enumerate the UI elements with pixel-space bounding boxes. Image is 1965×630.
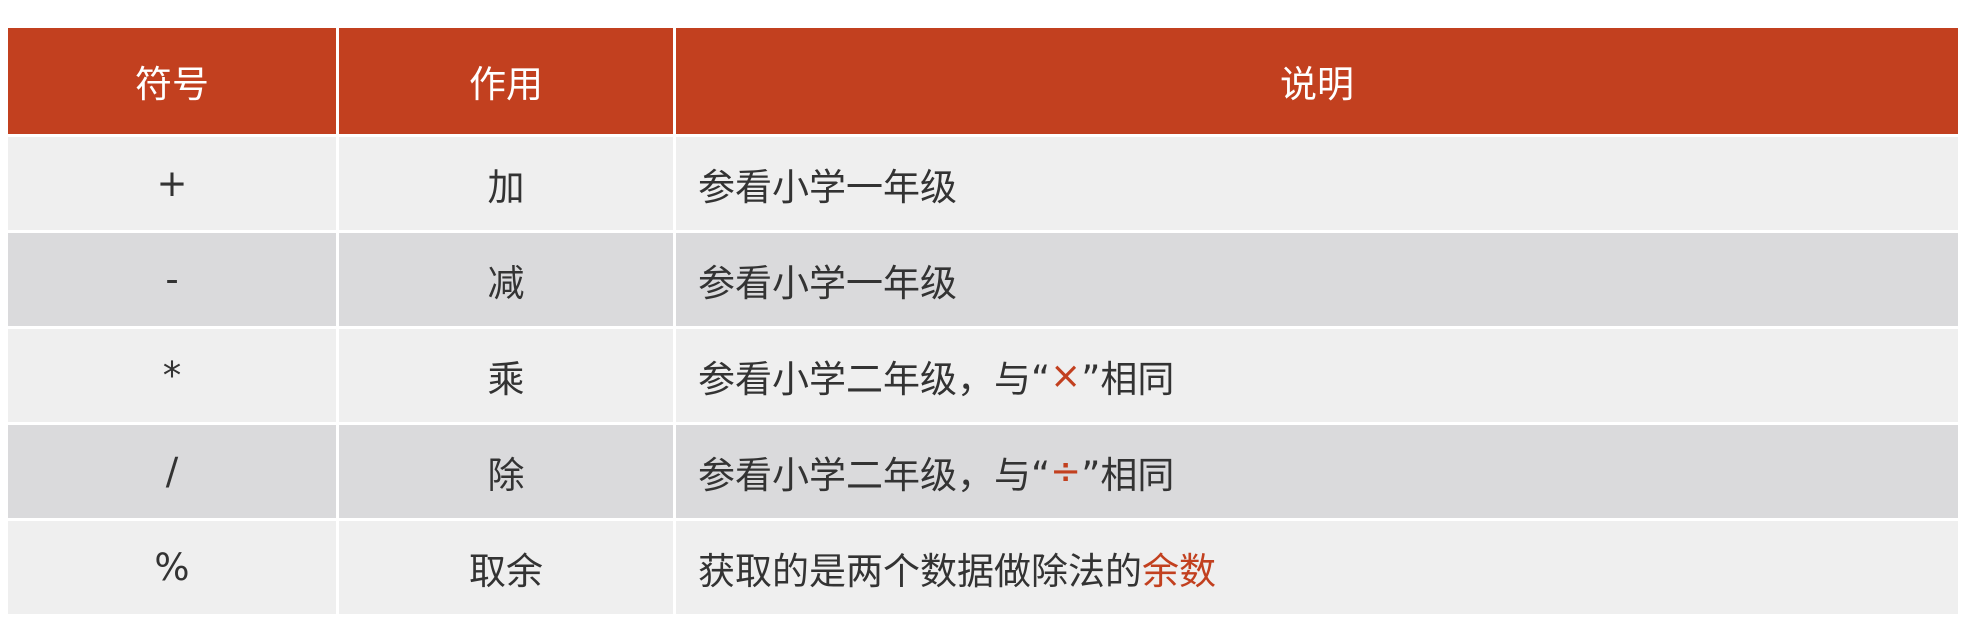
- header-description: 说明: [676, 28, 1958, 137]
- header-action: 作用: [339, 28, 676, 137]
- description-highlight: 余数: [1142, 549, 1216, 593]
- table-row: + 加 参看小学一年级: [8, 137, 1958, 233]
- description-text: 参看小学一年级: [698, 165, 957, 209]
- action-cell: 加: [339, 137, 676, 233]
- description-highlight: ×: [1050, 354, 1082, 397]
- symbol-cell: +: [8, 137, 339, 233]
- description-text-after: ”相同: [1081, 453, 1175, 497]
- operator-table: 符号 作用 说明 + 加 参看小学一年级 - 减 参看小学一年级 * 乘 参看小…: [8, 28, 1958, 617]
- description-text: 参看小学二年级，与“: [698, 357, 1051, 401]
- description-cell: 参看小学二年级，与“ × ”相同: [676, 329, 1958, 425]
- symbol-cell: %: [8, 521, 339, 617]
- description-cell: 参看小学二年级，与“ ÷ ”相同: [676, 425, 1958, 521]
- header-symbol: 符号: [8, 28, 339, 137]
- table-row: - 减 参看小学一年级: [8, 233, 1958, 329]
- symbol-cell: /: [8, 425, 339, 521]
- symbol-cell: *: [8, 329, 339, 425]
- description-text: 参看小学二年级，与“: [698, 453, 1051, 497]
- action-cell: 取余: [339, 521, 676, 617]
- action-cell: 除: [339, 425, 676, 521]
- table-row: * 乘 参看小学二年级，与“ × ”相同: [8, 329, 1958, 425]
- description-text-after: ”相同: [1081, 357, 1175, 401]
- description-text: 参看小学一年级: [698, 261, 957, 305]
- action-cell: 减: [339, 233, 676, 329]
- description-cell: 参看小学一年级: [676, 137, 1958, 233]
- table-row: / 除 参看小学二年级，与“ ÷ ”相同: [8, 425, 1958, 521]
- symbol-cell: -: [8, 233, 339, 329]
- description-highlight: ÷: [1050, 450, 1082, 493]
- description-text: 获取的是两个数据做除法的: [698, 549, 1142, 593]
- description-cell: 获取的是两个数据做除法的 余数: [676, 521, 1958, 617]
- description-cell: 参看小学一年级: [676, 233, 1958, 329]
- action-cell: 乘: [339, 329, 676, 425]
- table-row: % 取余 获取的是两个数据做除法的 余数: [8, 521, 1958, 617]
- table-header-row: 符号 作用 说明: [8, 28, 1958, 137]
